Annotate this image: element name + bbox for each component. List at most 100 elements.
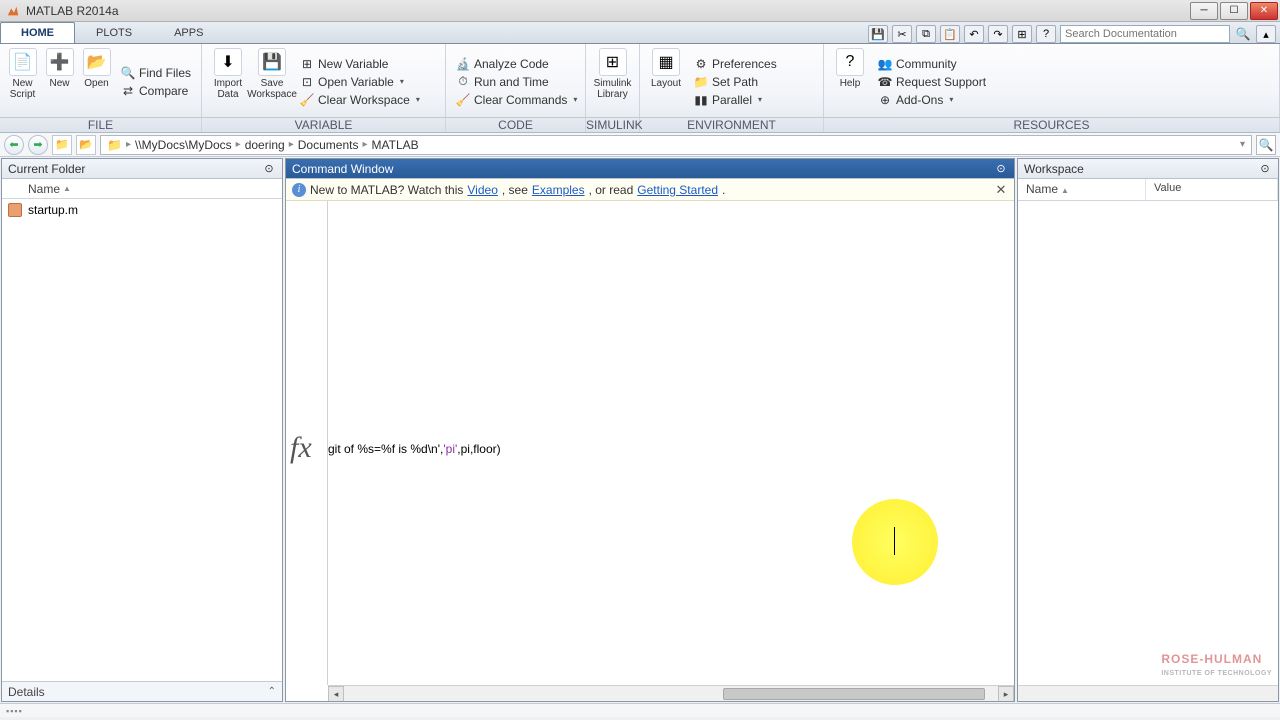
fx-prompt-icon[interactable]: fx <box>290 431 312 465</box>
qat-help-icon[interactable]: ? <box>1036 25 1056 43</box>
group-file: FILE <box>0 118 202 132</box>
layout-button[interactable]: ▦Layout <box>646 46 686 117</box>
file-item[interactable]: startup.m <box>8 201 276 219</box>
analyze-icon: 🔬 <box>456 57 470 71</box>
text-cursor <box>894 527 895 555</box>
title-bar: MATLAB R2014a ─ ☐ ✕ <box>0 0 1280 22</box>
examples-link[interactable]: Examples <box>532 183 585 197</box>
add-ons-button[interactable]: ⊕Add-Ons▾ <box>874 92 990 108</box>
community-button[interactable]: 👥Community <box>874 56 990 72</box>
back-button[interactable]: ⬅ <box>4 135 24 155</box>
set-path-button[interactable]: 📁Set Path <box>690 74 781 90</box>
clear-commands-button[interactable]: 🧹Clear Commands▾ <box>452 92 581 108</box>
simulink-library-button[interactable]: ⊞Simulink Library <box>592 46 633 117</box>
close-button[interactable]: ✕ <box>1250 2 1278 20</box>
watermark-logo: ROSE-HULMAN INSTITUTE OF TECHNOLOGY <box>1161 642 1272 677</box>
ws-scrollbar[interactable] <box>1018 685 1278 701</box>
qat-undo-icon[interactable]: ↶ <box>964 25 984 43</box>
scroll-right-button[interactable]: ▸ <box>998 686 1014 701</box>
find-files-button[interactable]: 🔍Find Files <box>117 65 195 81</box>
scroll-thumb[interactable] <box>723 688 985 700</box>
close-banner-button[interactable]: ✕ <box>994 183 1008 197</box>
details-header[interactable]: Details ⌃ <box>2 681 282 701</box>
search-icon[interactable]: 🔍 <box>1234 25 1252 43</box>
workspace-header: Workspace ⊙ <box>1018 159 1278 179</box>
panel-menu-button[interactable]: ⊙ <box>994 162 1008 176</box>
search-input[interactable] <box>1060 25 1230 43</box>
mfile-icon <box>8 203 22 217</box>
status-bar: ▪▪▪▪ <box>0 703 1280 717</box>
horizontal-scrollbar[interactable]: ◂ ▸ <box>328 685 1014 701</box>
group-variable: VARIABLE <box>202 118 446 132</box>
clear-ws-icon: 🧹 <box>300 93 314 107</box>
command-window-body[interactable]: fx git of %s=%f is %d\n','pi',pi,floor) … <box>286 201 1014 701</box>
compare-icon: ⇄ <box>121 84 135 98</box>
current-folder-header: Current Folder ⊙ <box>2 159 282 179</box>
matlab-logo-icon <box>6 4 20 18</box>
help-button[interactable]: ?Help <box>830 46 870 117</box>
tab-apps[interactable]: APPS <box>153 22 224 43</box>
analyze-code-button[interactable]: 🔬Analyze Code <box>452 56 581 72</box>
folder-icon: 📁 <box>107 138 122 152</box>
tab-home[interactable]: HOME <box>0 22 75 43</box>
find-icon: 🔍 <box>121 66 135 80</box>
clear-workspace-button[interactable]: 🧹Clear Workspace▾ <box>296 92 424 108</box>
new-variable-button[interactable]: ⊞New Variable <box>296 56 424 72</box>
main-layout: Current Folder ⊙ Name▲ startup.m Details… <box>0 157 1280 703</box>
group-environment: ENVIRONMENT <box>640 118 824 132</box>
command-window-panel: Command Window ⊙ i New to MATLAB? Watch … <box>285 158 1015 702</box>
import-data-button[interactable]: ⬇Import Data <box>208 46 248 117</box>
setpath-icon: 📁 <box>694 75 708 89</box>
qat-paste-icon[interactable]: 📋 <box>940 25 960 43</box>
parallel-button[interactable]: ▮▮Parallel▾ <box>690 92 781 108</box>
qat-save-icon[interactable]: 💾 <box>868 25 888 43</box>
qat-cut-icon[interactable]: ✂ <box>892 25 912 43</box>
runtime-icon: ⏱ <box>456 75 470 89</box>
request-support-button[interactable]: ☎Request Support <box>874 74 990 90</box>
qat-switch-icon[interactable]: ⊞ <box>1012 25 1032 43</box>
community-icon: 👥 <box>878 57 892 71</box>
tab-plots[interactable]: PLOTS <box>75 22 153 43</box>
current-folder-columns[interactable]: Name▲ <box>2 179 282 199</box>
current-path[interactable]: 📁 ▸ \\MyDocs\MyDocs▸ doering▸ Documents▸… <box>100 135 1252 155</box>
panel-menu-button[interactable]: ⊙ <box>262 162 276 176</box>
new-script-button[interactable]: 📄New Script <box>6 46 39 117</box>
compare-button[interactable]: ⇄Compare <box>117 83 195 99</box>
ws-value-column[interactable]: Value <box>1146 179 1278 200</box>
run-and-time-button[interactable]: ⏱Run and Time <box>452 74 581 90</box>
address-bar: ⬅ ➡ 📁 📂 📁 ▸ \\MyDocs\MyDocs▸ doering▸ Do… <box>0 133 1280 157</box>
new-button[interactable]: ➕New <box>43 46 76 117</box>
panel-menu-button[interactable]: ⊙ <box>1258 162 1272 176</box>
group-simulink: SIMULINK <box>586 118 640 132</box>
name-column: Name <box>28 182 60 196</box>
open-button[interactable]: 📂Open <box>80 46 113 117</box>
current-folder-panel: Current Folder ⊙ Name▲ startup.m Details… <box>1 158 283 702</box>
maximize-button[interactable]: ☐ <box>1220 2 1248 20</box>
qat-copy-icon[interactable]: ⧉ <box>916 25 936 43</box>
new-var-icon: ⊞ <box>300 57 314 71</box>
ws-name-column[interactable]: Name▲ <box>1018 179 1146 200</box>
forward-button[interactable]: ➡ <box>28 135 48 155</box>
sort-asc-icon: ▲ <box>63 184 71 193</box>
scroll-left-button[interactable]: ◂ <box>328 686 344 701</box>
video-link[interactable]: Video <box>467 183 497 197</box>
prefs-icon: ⚙ <box>694 57 708 71</box>
highlight-circle <box>852 499 938 585</box>
chevron-up-icon: ⌃ <box>268 686 276 697</box>
open-variable-button[interactable]: ⊡Open Variable▾ <box>296 74 424 90</box>
minimize-button[interactable]: ─ <box>1190 2 1218 20</box>
group-code: CODE <box>446 118 586 132</box>
qat-redo-icon[interactable]: ↷ <box>988 25 1008 43</box>
preferences-button[interactable]: ⚙Preferences <box>690 56 781 72</box>
file-list: startup.m <box>2 199 282 681</box>
ribbon-group-labels: FILE VARIABLE CODE SIMULINK ENVIRONMENT … <box>0 118 1280 133</box>
getting-started-link[interactable]: Getting Started <box>637 183 718 197</box>
quick-access-toolbar: 💾 ✂ ⧉ 📋 ↶ ↷ ⊞ ? 🔍 ▴ <box>868 25 1280 43</box>
collapse-ribbon-button[interactable]: ▴ <box>1256 25 1276 43</box>
up-folder-button[interactable]: 📁 <box>52 135 72 155</box>
save-workspace-button[interactable]: 💾Save Workspace <box>252 46 292 117</box>
ribbon: 📄New Script ➕New 📂Open 🔍Find Files ⇄Comp… <box>0 44 1280 118</box>
path-search-button[interactable]: 🔍 <box>1256 135 1276 155</box>
browse-button[interactable]: 📂 <box>76 135 96 155</box>
command-text: git of %s=%f is %d\n','pi',pi,floor) <box>328 431 501 462</box>
